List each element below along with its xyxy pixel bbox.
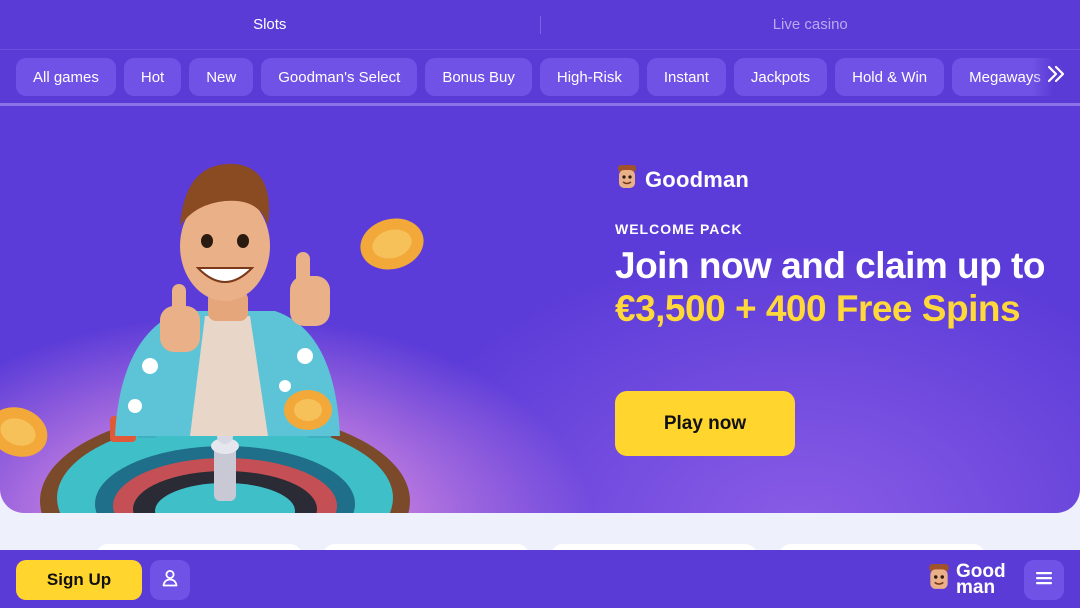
category-bar: All games Hot New Goodman's Select Bonus… (0, 50, 1080, 106)
bottom-bar: Sign Up Good man (0, 550, 1080, 608)
category-jackpots[interactable]: Jackpots (733, 58, 828, 96)
tab-live-casino[interactable]: Live casino (541, 0, 1080, 49)
category-goodmans-select[interactable]: Goodman's Select (261, 58, 418, 96)
category-high-risk[interactable]: High-Risk (539, 58, 639, 96)
double-chevron-right-icon (1046, 64, 1066, 89)
headline-text: Join now and claim up to (615, 245, 1045, 286)
category-all-games[interactable]: All games (16, 58, 116, 96)
category-instant[interactable]: Instant (646, 58, 726, 96)
top-tabs: Slots Live casino (0, 0, 1080, 50)
promo-eyebrow: WELCOME PACK (615, 221, 743, 237)
mascot-logo-icon (926, 562, 952, 597)
category-new[interactable]: New (189, 58, 254, 96)
welcome-banner[interactable]: Goodman WELCOME PACK Join now and claim … (0, 106, 1080, 513)
brand-logo: Goodman (615, 164, 749, 195)
category-hold-and-win[interactable]: Hold & Win (835, 58, 945, 96)
game-cards-row (0, 513, 1080, 556)
footer-logo-line2: man (956, 576, 996, 598)
category-chips: All games Hot New Goodman's Select Bonus… (16, 58, 1058, 96)
menu-button[interactable] (1024, 560, 1064, 600)
user-icon (160, 568, 180, 593)
headline-bonus-amount: €3,500 + 400 Free Spins (615, 288, 1021, 329)
promo-headline: Join now and claim up to €3,500 + 400 Fr… (615, 244, 1065, 330)
sign-up-button[interactable]: Sign Up (16, 560, 142, 600)
tab-slots[interactable]: Slots (0, 0, 540, 49)
footer-logo[interactable]: Good man (926, 562, 1016, 597)
login-button[interactable] (150, 560, 190, 600)
categories-scroll-right-button[interactable] (1032, 50, 1080, 103)
mascot-logo-icon (615, 164, 639, 195)
brand-name: Goodman (645, 166, 750, 192)
footer-logo-text: Good man (956, 562, 1016, 598)
category-bonus-buy[interactable]: Bonus Buy (425, 58, 532, 96)
play-now-button[interactable]: Play now (615, 391, 795, 456)
hamburger-menu-icon (1035, 570, 1053, 591)
mascot-illustration (0, 163, 424, 513)
category-hot[interactable]: Hot (123, 58, 182, 96)
